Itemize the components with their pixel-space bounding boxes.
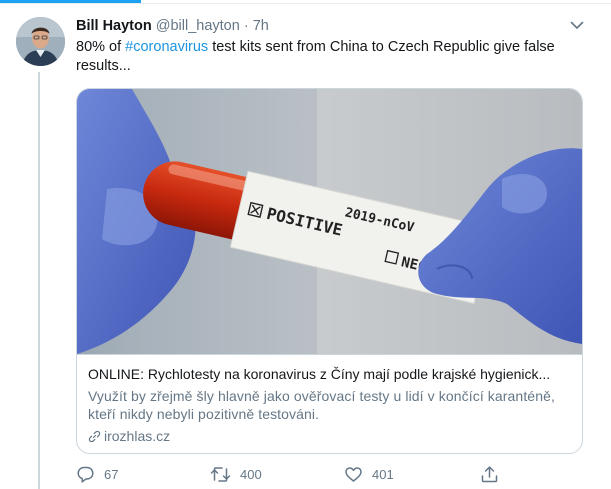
top-divider [0,3,611,4]
retweet-icon [210,467,231,482]
like-count: 401 [372,467,394,482]
share-icon [481,466,498,483]
share-button[interactable] [480,465,508,484]
author-display-name[interactable]: Bill Hayton [76,18,152,34]
card-image: 2019-nCoV POSITIVE NEGATIVE [77,89,582,354]
reply-icon [77,466,94,483]
tweet-actions: 67 400 401 [76,465,536,487]
card-domain[interactable]: irozhlas.cz [88,427,571,445]
card-domain-text: irozhlas.cz [104,428,171,444]
header-separator: · [243,18,249,34]
thread-connector-line [38,72,40,489]
reply-button[interactable]: 67 [76,465,118,484]
like-button[interactable]: 401 [344,465,394,484]
hashtag-link[interactable]: #coronavirus [125,39,208,55]
tweet-text-prefix: 80% of [76,39,126,55]
avatar[interactable] [16,17,65,66]
card-body: ONLINE: Rychlotesty na koronavirus z Čín… [77,354,582,453]
retweet-button[interactable]: 400 [210,465,262,484]
author-handle[interactable]: @bill_hayton [156,18,240,34]
retweet-count: 400 [240,467,262,482]
tweet-timestamp[interactable]: 7h [253,18,269,34]
card-title[interactable]: ONLINE: Rychlotesty na koronavirus z Čín… [88,365,571,383]
card-description: Využít by zřejmě šly hlavně jako ověřova… [88,388,555,422]
reply-count: 67 [104,467,119,482]
link-icon [88,430,101,442]
tweet-header: Bill Hayton @bill_hayton · 7h [76,17,269,35]
tweet-text: 80% of #coronavirus test kits sent from … [76,38,586,76]
link-preview-card[interactable]: 2019-nCoV POSITIVE NEGATIVE ONLINE: Rych… [76,88,583,454]
chevron-down-icon[interactable] [568,16,586,34]
like-icon [345,467,362,482]
